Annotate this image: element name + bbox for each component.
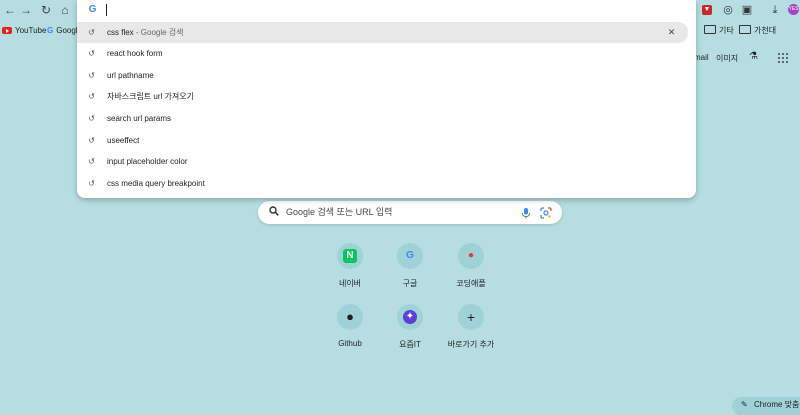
github-icon: ●: [346, 309, 354, 324]
google-icon: G: [406, 250, 414, 261]
bookmark-youtube[interactable]: YouTube: [2, 25, 46, 37]
google-apps-icon[interactable]: [778, 53, 788, 63]
google-lens-icon[interactable]: [540, 206, 552, 219]
reload-icon[interactable]: ↻: [38, 2, 54, 18]
search-icon: [269, 206, 281, 218]
bookmark-label: YouTube: [15, 26, 47, 35]
google-g-icon: G: [47, 26, 54, 35]
bookmark-label: 기타: [719, 26, 734, 35]
suggestion-text: input placeholder color: [107, 157, 188, 166]
ntp-search-box[interactable]: Google 검색 또는 URL 입력: [258, 201, 562, 224]
profile-avatar[interactable]: YES: [788, 4, 799, 15]
suggestion-item[interactable]: ↺ react hook form: [77, 43, 688, 64]
extension-shield-icon[interactable]: ▼: [702, 5, 712, 15]
home-icon[interactable]: ⌂: [57, 2, 73, 18]
history-icon: ↺: [88, 71, 95, 80]
suggestion-text: 자바스크립트 url 가져오기: [107, 92, 194, 101]
shortcut-codingapple[interactable]: ● 코딩애플: [436, 243, 506, 303]
history-icon: ↺: [88, 157, 95, 166]
suggestion-item[interactable]: ↺ 자바스크립트 url 가져오기: [77, 86, 688, 107]
suggestion-text: url pathname: [107, 71, 154, 80]
images-link[interactable]: 이미지: [716, 53, 738, 64]
youtube-icon: [2, 27, 12, 34]
customize-label: Chrome 맞춤설: [754, 400, 800, 409]
bookmark-folder-etc[interactable]: 기타: [704, 25, 734, 37]
bookmark-folder-gachon[interactable]: 가천대: [739, 25, 776, 37]
extensions-puzzle-icon[interactable]: ▣: [740, 3, 754, 17]
download-icon[interactable]: ⤓: [768, 3, 782, 17]
bookmark-google[interactable]: G Googl: [47, 25, 78, 37]
naver-icon: N: [343, 249, 357, 263]
shortcut-label: 요즘IT: [399, 340, 421, 349]
text-caret: [106, 4, 107, 16]
shortcut-tile: ●: [458, 243, 484, 269]
history-icon: ↺: [88, 179, 95, 188]
shortcut-label: 바로가기 추가: [447, 340, 495, 349]
shortcut-tile: +: [458, 304, 484, 330]
suggestion-item[interactable]: ↺ search url params: [77, 108, 688, 129]
omnibox-input[interactable]: G: [77, 0, 696, 20]
bookmark-label: 가천대: [754, 26, 777, 35]
suggestion-text: search url params: [107, 114, 172, 123]
suggestion-text: useeffect: [107, 136, 140, 145]
back-arrow-icon[interactable]: ←: [2, 2, 18, 18]
suggestion-text: css media query breakpoint: [107, 179, 205, 188]
customize-chrome-button[interactable]: ✎ Chrome 맞춤설: [732, 397, 800, 415]
gmail-link[interactable]: mail: [694, 53, 709, 62]
suggestion-item[interactable]: ↺ input placeholder color: [77, 151, 688, 172]
add-icon: +: [466, 309, 476, 325]
shortcut-google[interactable]: G 구글: [375, 243, 445, 303]
suggestion-item[interactable]: ↺ url pathname: [77, 65, 688, 86]
suggestion-item[interactable]: ↺ useeffect: [77, 130, 688, 151]
codingapple-icon: ●: [467, 250, 475, 261]
history-icon: ↺: [88, 28, 95, 37]
remove-suggestion-icon[interactable]: ✕: [667, 28, 676, 37]
google-g-icon: G: [88, 4, 97, 15]
history-icon: ↺: [88, 49, 95, 58]
labs-flask-icon[interactable]: ⚗: [749, 51, 758, 62]
ntp-search-placeholder: Google 검색 또는 URL 입력: [286, 207, 393, 217]
history-icon: ↺: [88, 136, 95, 145]
shortcut-tile: G: [397, 243, 423, 269]
yozmit-icon: ✦: [403, 310, 417, 324]
shortcut-yozmit[interactable]: ✦ 요즘IT: [375, 304, 445, 364]
forward-arrow-icon[interactable]: →: [18, 2, 34, 18]
shortcut-tile: N: [337, 243, 363, 269]
suggestion-item[interactable]: ↺ css flex - Google 검색 ✕: [77, 22, 688, 43]
pencil-icon: ✎: [741, 400, 748, 409]
suggestion-text: react hook form: [107, 49, 163, 58]
suggestion-item[interactable]: ↺ css media query breakpoint: [77, 173, 688, 194]
folder-icon: [704, 25, 716, 34]
omnibox-dropdown: G ↺ css flex - Google 검색 ✕ ↺ react hook …: [77, 0, 696, 198]
shortcut-label: 구글: [402, 279, 418, 288]
extension-camera-icon[interactable]: ◎: [721, 3, 735, 17]
bookmark-label: Googl: [56, 26, 78, 35]
folder-icon: [739, 25, 751, 34]
add-shortcut-button[interactable]: + 바로가기 추가: [436, 304, 506, 364]
shortcut-tile: ✦: [397, 304, 423, 330]
history-icon: ↺: [88, 92, 95, 101]
shortcut-label: 코딩애플: [456, 279, 486, 288]
suggestion-text: css flex - Google 검색: [107, 28, 184, 37]
voice-search-mic-icon[interactable]: [520, 206, 532, 219]
shortcut-tile: ●: [337, 304, 363, 330]
history-icon: ↺: [88, 114, 95, 123]
